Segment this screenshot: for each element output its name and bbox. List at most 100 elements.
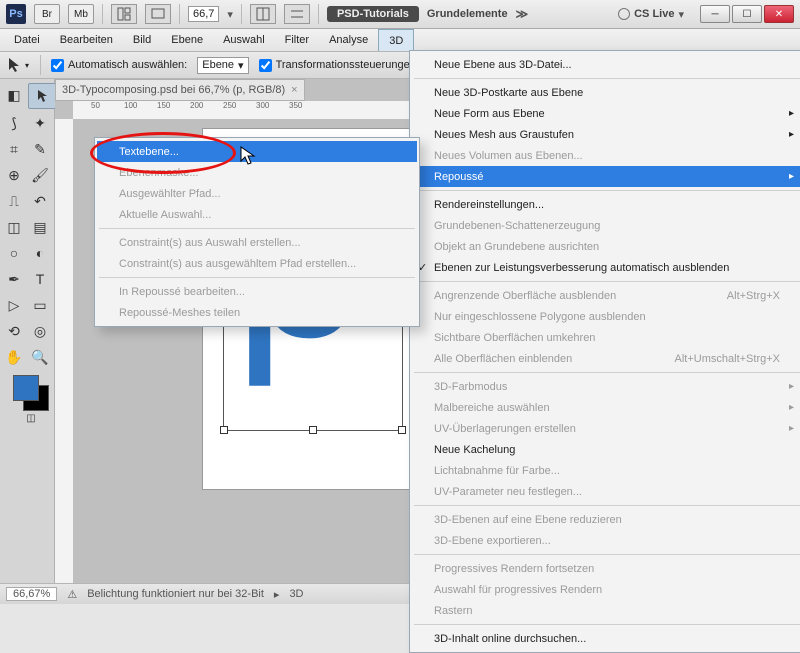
- tools-panel: ◧ ⟆ ✦ ⌗ ✎ ⊕ 🖌 ⎍ ↶ ◫ ▤ ○ ◐ ✒ T ▷ ▭ ⟲ ◎ ✋ …: [0, 79, 55, 583]
- mi-3d-farbmodus[interactable]: 3D-Farbmodus▸: [412, 376, 800, 397]
- tool-gradient[interactable]: ▤: [28, 215, 52, 239]
- window-close-button[interactable]: ✕: [764, 5, 794, 23]
- cs-live-label: CS Live: [634, 8, 674, 20]
- menu-datei[interactable]: Datei: [4, 29, 50, 51]
- mi-in-repousse-bearbeiten[interactable]: In Repoussé bearbeiten...: [97, 281, 417, 302]
- transform-handle[interactable]: [309, 426, 317, 434]
- mi-3d-online[interactable]: 3D-Inhalt online durchsuchen...: [412, 628, 800, 649]
- transform-controls-checkbox[interactable]: Transformationssteuerunge: [259, 59, 410, 72]
- mi-neue-3d-postkarte[interactable]: Neue 3D-Postkarte aus Ebene: [412, 82, 800, 103]
- screen-mode-button[interactable]: [145, 4, 171, 24]
- tool-crop[interactable]: ⌗: [2, 137, 26, 161]
- tool-pen[interactable]: ✒: [2, 267, 26, 291]
- mi-repousse[interactable]: Repoussé▸: [412, 166, 800, 187]
- status-extra: 3D: [289, 588, 303, 600]
- workspace-grundelemente[interactable]: Grundelemente: [427, 8, 508, 20]
- auto-select-target-dropdown[interactable]: Ebene▾: [197, 57, 248, 74]
- mi-neue-kachelung[interactable]: Neue Kachelung: [412, 439, 800, 460]
- tool-marquee[interactable]: ◧: [2, 83, 26, 107]
- mi-neue-form[interactable]: Neue Form aus Ebene▸: [412, 103, 800, 124]
- tool-brush[interactable]: 🖌: [28, 163, 52, 187]
- mi-aktuelle-auswahl[interactable]: Aktuelle Auswahl...: [97, 204, 417, 225]
- zoom-level-field[interactable]: 66,7: [188, 6, 219, 22]
- color-swatches[interactable]: [13, 375, 49, 411]
- transform-handle[interactable]: [220, 426, 228, 434]
- mi-repousse-meshes-teilen[interactable]: Repoussé-Meshes teilen: [97, 302, 417, 323]
- mi-neue-ebene-aus-3d-datei[interactable]: Neue Ebene aus 3D-Datei...: [412, 54, 800, 75]
- cs-live-button[interactable]: CS Live▾: [618, 8, 684, 21]
- current-tool-icon[interactable]: ▾: [6, 55, 30, 75]
- guides-button[interactable]: [284, 4, 310, 24]
- tool-path-select[interactable]: ▷: [2, 293, 26, 317]
- tool-zoom[interactable]: 🔍: [28, 345, 52, 369]
- bridge-button[interactable]: Br: [34, 4, 60, 24]
- status-message: Belichtung funktioniert nur bei 32-Bit: [87, 588, 264, 600]
- tool-eyedropper[interactable]: ✎: [28, 137, 52, 161]
- tool-history-brush[interactable]: ↶: [28, 189, 52, 213]
- vertical-ruler: [55, 119, 74, 583]
- tool-magic-wand[interactable]: ✦: [28, 111, 52, 135]
- tool-rectangle[interactable]: ▭: [28, 293, 52, 317]
- mi-ausrichten[interactable]: Objekt an Grundebene ausrichten: [412, 236, 800, 257]
- mi-oberflaechen-umkehren[interactable]: Sichtbare Oberflächen umkehren: [412, 327, 800, 348]
- photoshop-logo: Ps: [6, 4, 26, 24]
- extras-button[interactable]: [250, 4, 276, 24]
- mi-ausgewaehlter-pfad[interactable]: Ausgewählter Pfad...: [97, 183, 417, 204]
- mi-3d-ebene-exportieren[interactable]: 3D-Ebene exportieren...: [412, 530, 800, 551]
- mi-constraints-auswahl[interactable]: Constraint(s) aus Auswahl erstellen...: [97, 232, 417, 253]
- menu-3d-dropdown: Neue Ebene aus 3D-Datei... Neue 3D-Postk…: [409, 50, 800, 653]
- mi-uv-erstellen[interactable]: UV-Überlagerungen erstellen▸: [412, 418, 800, 439]
- mi-alle-einblenden[interactable]: Alle Oberflächen einblendenAlt+Umschalt+…: [412, 348, 800, 369]
- close-tab-icon[interactable]: ×: [291, 84, 297, 96]
- mi-rastern[interactable]: Rastern: [412, 600, 800, 621]
- mi-lichtabnahme[interactable]: Lichtabnahme für Farbe...: [412, 460, 800, 481]
- document-tab-title: 3D-Typocomposing.psd bei 66,7% (p, RGB/8…: [62, 84, 285, 96]
- menu-filter[interactable]: Filter: [275, 29, 319, 51]
- document-tab[interactable]: 3D-Typocomposing.psd bei 66,7% (p, RGB/8…: [55, 79, 305, 101]
- mi-rendereinstellungen[interactable]: Rendereinstellungen...: [412, 194, 800, 215]
- quick-mask-toggle[interactable]: ◫: [26, 413, 35, 424]
- mi-progressives-auswahl[interactable]: Auswahl für progressives Rendern: [412, 579, 800, 600]
- mi-angrenzende-ausblenden[interactable]: Angrenzende Oberfläche ausblendenAlt+Str…: [412, 285, 800, 306]
- mi-3d-ebenen-reduzieren[interactable]: 3D-Ebenen auf eine Ebene reduzieren: [412, 509, 800, 530]
- tool-healing[interactable]: ⊕: [2, 163, 26, 187]
- mi-neues-mesh[interactable]: Neues Mesh aus Graustufen▸: [412, 124, 800, 145]
- menu-analyse[interactable]: Analyse: [319, 29, 378, 51]
- mi-schattenerzeugung[interactable]: Grundebenen-Schattenerzeugung: [412, 215, 800, 236]
- tool-type[interactable]: T: [28, 267, 52, 291]
- tool-dodge[interactable]: ◐: [28, 241, 52, 265]
- mi-neues-volumen[interactable]: Neues Volumen aus Ebenen...: [412, 145, 800, 166]
- status-warning-icon: ⚠: [67, 588, 77, 601]
- mi-uv-parameter[interactable]: UV-Parameter neu festlegen...: [412, 481, 800, 502]
- auto-select-checkbox[interactable]: Automatisch auswählen:: [51, 59, 187, 72]
- tool-eraser[interactable]: ◫: [2, 215, 26, 239]
- menu-bearbeiten[interactable]: Bearbeiten: [50, 29, 123, 51]
- tool-stamp[interactable]: ⎍: [2, 189, 26, 213]
- mi-progressives-fortsetzen[interactable]: Progressives Rendern fortsetzen: [412, 558, 800, 579]
- tool-3d-camera[interactable]: ◎: [28, 319, 52, 343]
- workspace-psd-tutorials[interactable]: PSD-Tutorials: [327, 6, 419, 22]
- foreground-color-swatch[interactable]: [13, 375, 39, 401]
- mi-constraints-pfad[interactable]: Constraint(s) aus ausgewähltem Pfad erst…: [97, 253, 417, 274]
- window-maximize-button[interactable]: ☐: [732, 5, 762, 23]
- transform-handle[interactable]: [398, 426, 406, 434]
- tool-3d-rotate[interactable]: ⟲: [2, 319, 26, 343]
- menu-bild[interactable]: Bild: [123, 29, 161, 51]
- status-zoom[interactable]: 66,67%: [6, 587, 57, 601]
- window-minimize-button[interactable]: ─: [700, 5, 730, 23]
- tool-lasso[interactable]: ⟆: [2, 111, 26, 135]
- menu-ebene[interactable]: Ebene: [161, 29, 213, 51]
- mi-textebene[interactable]: Textebene...: [97, 141, 417, 162]
- tool-blur[interactable]: ○: [2, 241, 26, 265]
- arrange-documents-button[interactable]: [111, 4, 137, 24]
- mi-malbereiche[interactable]: Malbereiche auswählen▸: [412, 397, 800, 418]
- auto-select-label: Automatisch auswählen:: [68, 59, 187, 71]
- tool-hand[interactable]: ✋: [2, 345, 26, 369]
- menu-auswahl[interactable]: Auswahl: [213, 29, 275, 51]
- mi-ebenenmaske[interactable]: Ebenenmaske...: [97, 162, 417, 183]
- menu-3d[interactable]: 3D: [378, 29, 414, 51]
- mi-auto-ausblenden[interactable]: ✓Ebenen zur Leistungsverbesserung automa…: [412, 257, 800, 278]
- minibridge-button[interactable]: Mb: [68, 4, 94, 24]
- mi-polygone-ausblenden[interactable]: Nur eingeschlossene Polygone ausblenden: [412, 306, 800, 327]
- workspace-more-button[interactable]: ≫: [516, 7, 529, 21]
